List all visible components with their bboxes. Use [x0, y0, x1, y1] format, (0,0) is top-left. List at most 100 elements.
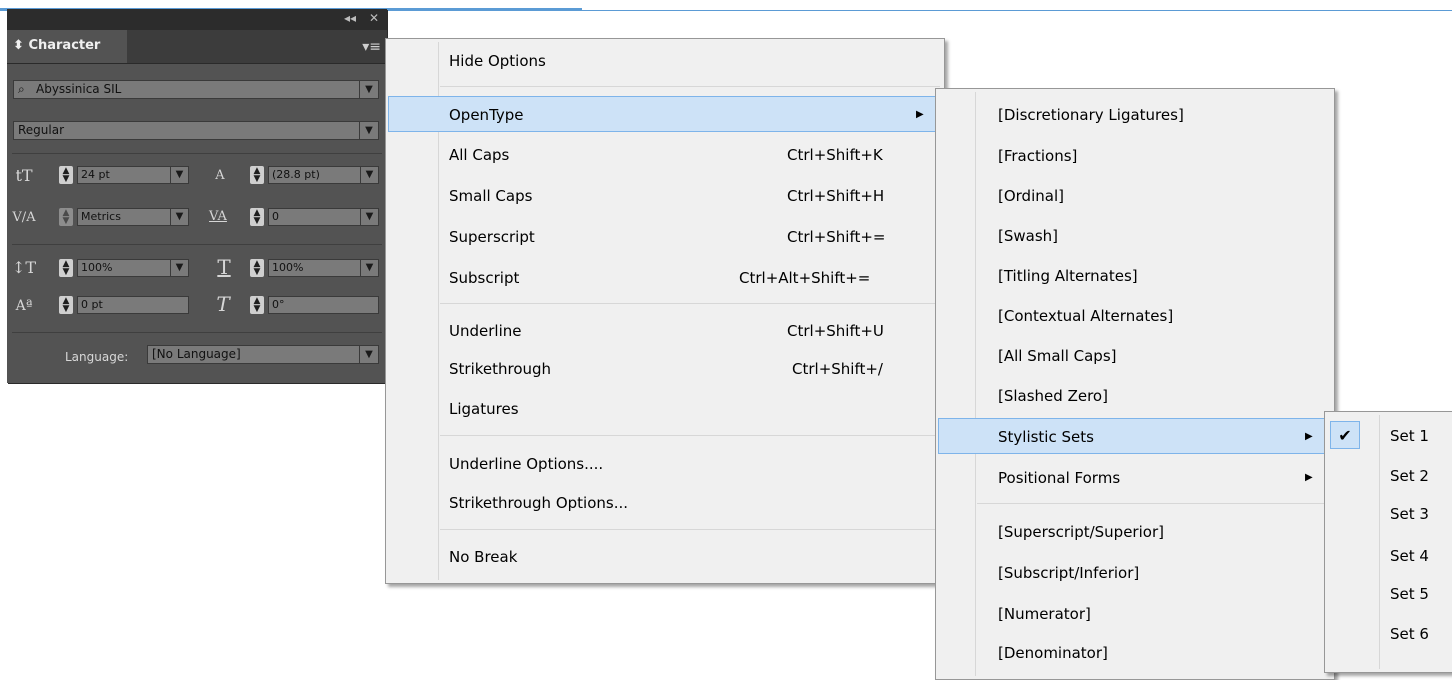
menu-item-hide-options[interactable]: Hide Options [388, 43, 942, 79]
menu-item-label: Small Caps [449, 187, 533, 205]
horizontal-scale-field[interactable]: 100% ▼ [268, 259, 379, 277]
chevron-down-icon[interactable]: ▼ [170, 260, 188, 276]
menu-item-label: [Slashed Zero] [998, 387, 1108, 405]
menu-item-shortcut: Ctrl+Shift+/ [792, 360, 883, 378]
skew-value: 0° [272, 298, 285, 311]
menu-item-set-5[interactable]: Set 5 [1327, 576, 1451, 612]
menu-item-ligatures[interactable]: Ligatures [388, 391, 942, 427]
menu-item-set-1[interactable]: ✔ Set 1 [1327, 418, 1451, 454]
menu-item-subscript[interactable]: Subscript Ctrl+Alt+Shift+= [388, 260, 942, 296]
menu-item-discretionary-ligatures[interactable]: [Discretionary Ligatures] [938, 97, 1332, 133]
vertical-scale-stepper[interactable]: ▲ ▼ [59, 259, 73, 277]
menu-item-label: All Caps [449, 146, 510, 164]
font-family-dropdown[interactable]: ⌕ Abyssinica SIL ▼ [13, 80, 379, 99]
leading-field[interactable]: (28.8 pt) ▼ [268, 166, 379, 184]
menu-item-ordinal[interactable]: [Ordinal] [938, 178, 1332, 214]
menu-item-set-3[interactable]: Set 3 [1327, 496, 1451, 532]
menu-item-superscript[interactable]: Superscript Ctrl+Shift+= [388, 219, 942, 255]
menu-item-all-small-caps[interactable]: [All Small Caps] [938, 338, 1332, 374]
kerning-stepper[interactable]: ▲ ▼ [59, 208, 73, 226]
chevron-down-icon[interactable]: ▼ [359, 81, 378, 98]
vertical-scale-value: 100% [81, 261, 113, 274]
menu-item-label: Set 5 [1390, 585, 1429, 603]
menu-item-contextual-alternates[interactable]: [Contextual Alternates] [938, 298, 1332, 334]
submenu-arrow-icon: ▶ [1305, 431, 1313, 442]
leading-stepper[interactable]: ▲ ▼ [250, 166, 264, 184]
close-panel-icon[interactable]: ✕ [369, 11, 379, 25]
menu-item-numerator[interactable]: [Numerator] [938, 596, 1332, 632]
menu-item-label: Strikethrough Options... [449, 494, 629, 512]
language-value: [No Language] [152, 347, 241, 361]
tracking-stepper[interactable]: ▲ ▼ [250, 208, 264, 226]
chevron-down-icon[interactable]: ▼ [359, 346, 378, 363]
menu-item-fractions[interactable]: [Fractions] [938, 138, 1332, 174]
menu-separator [440, 529, 940, 530]
tracking-field[interactable]: 0 ▼ [268, 208, 379, 226]
tracking-icon: VA [209, 209, 227, 224]
horizontal-scale-icon: T [217, 255, 231, 279]
menu-item-strikethrough[interactable]: Strikethrough Ctrl+Shift+/ [388, 351, 942, 387]
menu-item-label: Hide Options [449, 52, 546, 70]
menu-item-stylistic-sets[interactable]: Stylistic Sets ▶ [938, 418, 1332, 454]
menu-item-shortcut: Ctrl+Shift+H [787, 187, 885, 205]
menu-item-set-6[interactable]: Set 6 [1327, 616, 1451, 652]
menu-item-all-caps[interactable]: All Caps Ctrl+Shift+K [388, 137, 942, 173]
horizontal-scale-stepper[interactable]: ▲ ▼ [250, 259, 264, 277]
menu-item-label: [Superscript/Superior] [998, 523, 1164, 541]
menu-item-label: No Break [449, 548, 518, 566]
vertical-scale-field[interactable]: 100% ▼ [77, 259, 189, 277]
chevron-down-icon[interactable]: ▼ [170, 167, 188, 183]
font-style-dropdown[interactable]: Regular ▼ [13, 121, 379, 140]
menu-item-label: [Titling Alternates] [998, 267, 1138, 285]
menu-item-strikethrough-options[interactable]: Strikethrough Options... [388, 485, 942, 521]
chevron-down-icon[interactable]: ▼ [360, 167, 378, 183]
menu-item-no-break[interactable]: No Break [388, 539, 942, 575]
menu-item-label: [Contextual Alternates] [998, 307, 1174, 325]
menu-item-label: Set 6 [1390, 625, 1429, 643]
font-size-stepper[interactable]: ▲ ▼ [59, 166, 73, 184]
menu-item-label: OpenType [449, 106, 524, 124]
menu-separator [977, 503, 1330, 504]
menu-item-label: [Fractions] [998, 147, 1078, 165]
baseline-shift-field[interactable]: 0 pt [77, 296, 189, 314]
menu-item-titling-alternates[interactable]: [Titling Alternates] [938, 258, 1332, 294]
menu-item-label: [Swash] [998, 227, 1059, 245]
menu-item-swash[interactable]: [Swash] [938, 218, 1332, 254]
menu-item-opentype[interactable]: OpenType ▶ [388, 96, 942, 132]
kerning-icon: V/A [12, 210, 36, 225]
menu-item-slashed-zero[interactable]: [Slashed Zero] [938, 378, 1332, 414]
menu-item-underline[interactable]: Underline Ctrl+Shift+U [388, 313, 942, 349]
opentype-submenu: [Discretionary Ligatures] [Fractions] [O… [935, 88, 1335, 680]
menu-item-superscript-superior[interactable]: [Superscript/Superior] [938, 514, 1332, 550]
menu-item-underline-options[interactable]: Underline Options.... [388, 446, 942, 482]
kerning-value: Metrics [81, 210, 121, 223]
tab-expand-icon: ⬍ [13, 38, 24, 53]
menu-item-small-caps[interactable]: Small Caps Ctrl+Shift+H [388, 178, 942, 214]
menu-item-positional-forms[interactable]: Positional Forms ▶ [938, 460, 1332, 496]
tab-character[interactable]: ⬍ Character [7, 30, 127, 63]
menu-item-set-2[interactable]: Set 2 [1327, 458, 1451, 494]
panel-flyout-menu-icon[interactable]: ▾≡ [362, 39, 381, 55]
chevron-down-icon[interactable]: ▼ [170, 209, 188, 225]
skew-field[interactable]: 0° [268, 296, 379, 314]
menu-item-shortcut: Ctrl+Alt+Shift+= [739, 269, 871, 287]
menu-item-denominator[interactable]: [Denominator] [938, 635, 1332, 671]
collapse-panel-icon[interactable]: ◂◂ [344, 11, 356, 25]
menu-item-label: Positional Forms [998, 469, 1121, 487]
chevron-down-icon[interactable]: ▼ [360, 260, 378, 276]
font-size-field[interactable]: 24 pt ▼ [77, 166, 189, 184]
skew-stepper[interactable]: ▲ ▼ [250, 296, 264, 314]
language-dropdown[interactable]: [No Language] ▼ [147, 345, 379, 364]
font-size-icon: tT [15, 166, 33, 185]
menu-item-subscript-inferior[interactable]: [Subscript/Inferior] [938, 555, 1332, 591]
stylistic-sets-submenu: ✔ Set 1 Set 2 Set 3 Set 4 Set 5 Set 6 [1324, 411, 1452, 673]
kerning-field[interactable]: Metrics ▼ [77, 208, 189, 226]
chevron-down-icon[interactable]: ▼ [360, 209, 378, 225]
skew-icon: T [216, 292, 230, 316]
baseline-shift-stepper[interactable]: ▲ ▼ [59, 296, 73, 314]
menu-item-label: Stylistic Sets [998, 428, 1094, 446]
chevron-down-icon[interactable]: ▼ [359, 122, 378, 139]
menu-item-set-4[interactable]: Set 4 [1327, 538, 1451, 574]
leading-icon: A [215, 168, 225, 183]
menu-item-label: Superscript [449, 228, 535, 246]
